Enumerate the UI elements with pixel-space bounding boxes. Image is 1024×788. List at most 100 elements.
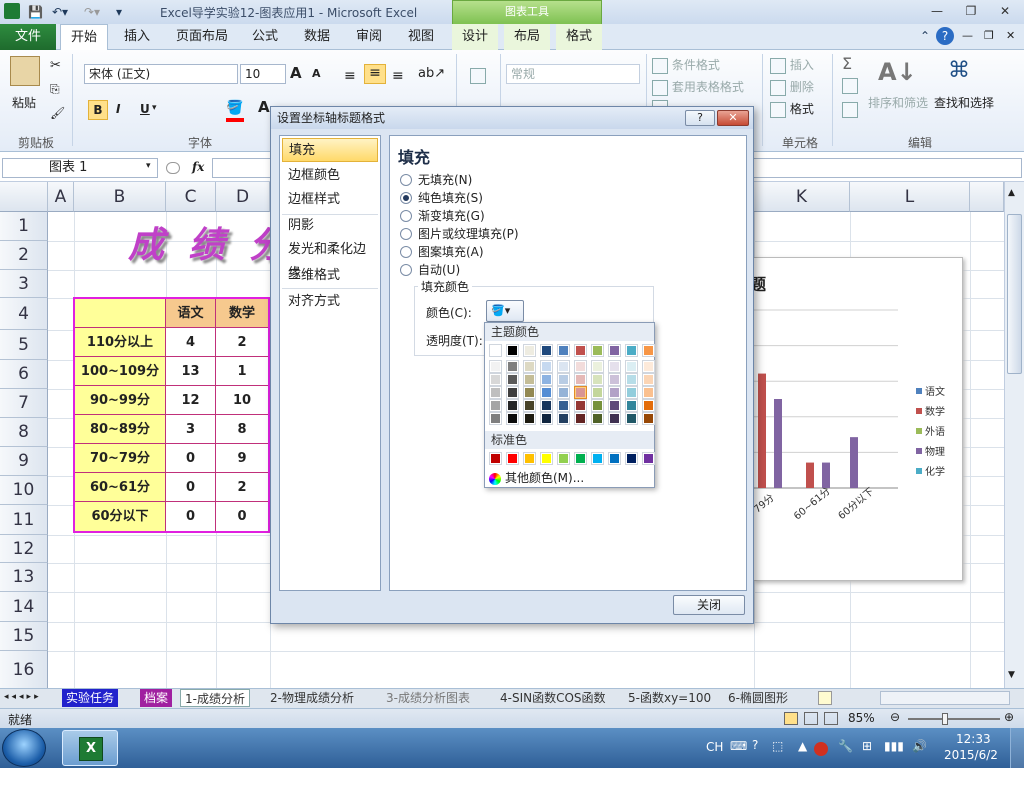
score-cell[interactable]: 2 xyxy=(216,328,268,357)
standard-color-swatch[interactable] xyxy=(506,452,519,465)
redo-icon[interactable]: ↷▾ xyxy=(84,3,100,21)
sheet-tab-chart[interactable]: 3-成绩分析图表 xyxy=(382,689,474,707)
theme-shade-swatch[interactable] xyxy=(591,386,604,399)
score-cell[interactable]: 0 xyxy=(166,502,216,531)
theme-shade-swatch[interactable] xyxy=(608,412,621,425)
tab-format[interactable]: 格式 xyxy=(556,24,602,50)
score-cell[interactable]: 3 xyxy=(166,415,216,444)
theme-color-swatch[interactable] xyxy=(557,344,570,357)
tab-home[interactable]: 开始 xyxy=(60,24,109,51)
nav-shadow[interactable]: 阴影 xyxy=(282,214,378,238)
standard-color-swatch[interactable] xyxy=(642,452,655,465)
expand-tray-icon[interactable]: ▲ xyxy=(798,739,807,779)
row-label-cell[interactable]: 60~61分 xyxy=(75,473,166,502)
theme-shade-swatch[interactable] xyxy=(523,373,536,386)
sheet-tab-ellipse[interactable]: 6-椭圆图形 xyxy=(724,689,792,707)
insert-sheet-icon[interactable] xyxy=(818,691,832,705)
theme-shade-swatch[interactable] xyxy=(574,386,587,399)
theme-shade-swatch[interactable] xyxy=(557,412,570,425)
radio-solid-fill[interactable]: 纯色填充(S) xyxy=(400,190,483,206)
theme-shade-swatch[interactable] xyxy=(608,386,621,399)
insert-cells-button[interactable]: 插入 xyxy=(770,56,814,74)
theme-shade-swatch[interactable] xyxy=(591,399,604,412)
theme-shade-swatch[interactable] xyxy=(557,399,570,412)
zoom-slider[interactable] xyxy=(908,718,1000,720)
score-cell[interactable]: 1 xyxy=(216,357,268,386)
orientation-icon[interactable]: ab↗ xyxy=(418,66,445,81)
zoom-slider-thumb[interactable] xyxy=(942,713,948,725)
row-label-cell[interactable]: 60分以下 xyxy=(75,502,166,531)
theme-shade-swatch[interactable] xyxy=(625,412,638,425)
dialog-close-button[interactable]: 关闭 xyxy=(673,595,745,615)
normal-view-icon[interactable] xyxy=(784,712,798,725)
theme-shade-swatch[interactable] xyxy=(642,360,655,373)
theme-shade-swatch[interactable] xyxy=(625,399,638,412)
tab-data[interactable]: 数据 xyxy=(294,24,340,50)
sheet-tab-physics[interactable]: 2-物理成绩分析 xyxy=(266,689,358,707)
italic-button[interactable]: I xyxy=(116,102,120,116)
clock-date[interactable]: 2015/6/2 xyxy=(944,748,998,788)
theme-shade-swatch[interactable] xyxy=(608,360,621,373)
theme-shade-swatch[interactable] xyxy=(625,373,638,386)
theme-shade-swatch[interactable] xyxy=(540,360,553,373)
nav-border-color[interactable]: 边框颜色 xyxy=(282,164,378,188)
theme-color-swatch[interactable] xyxy=(489,344,502,357)
chart[interactable]: 题 79分 60~61分 60分以下 语文 数学 外语 物理 化学 xyxy=(753,257,963,581)
score-cell[interactable]: 12 xyxy=(166,386,216,415)
standard-color-swatch[interactable] xyxy=(608,452,621,465)
table-header-chinese[interactable]: 语文 xyxy=(166,299,216,328)
select-all[interactable] xyxy=(0,182,48,212)
theme-shade-swatch[interactable] xyxy=(574,360,587,373)
conditional-format-button[interactable]: 条件格式 xyxy=(652,56,720,74)
zoom-level[interactable]: 85% xyxy=(848,711,875,725)
zoom-in-icon[interactable]: ⊕ xyxy=(1004,710,1014,724)
tools-icon[interactable]: 🔧 xyxy=(838,739,853,779)
theme-shade-swatch[interactable] xyxy=(540,386,553,399)
row-header-9[interactable]: 9 xyxy=(0,447,48,476)
theme-shade-swatch[interactable] xyxy=(506,399,519,412)
row-header-3[interactable]: 3 xyxy=(0,270,48,298)
ime-indicator[interactable]: CH xyxy=(706,740,723,780)
dialog-help-button[interactable]: ? xyxy=(685,110,715,126)
row-header-8[interactable]: 8 xyxy=(0,418,48,447)
format-as-table-button[interactable]: 套用表格格式 xyxy=(652,78,744,96)
align-top-icon[interactable]: ≡ xyxy=(344,68,356,84)
format-painter-icon[interactable]: 🖌 xyxy=(50,106,65,120)
theme-color-swatch[interactable] xyxy=(608,344,621,357)
standard-color-swatch[interactable] xyxy=(557,452,570,465)
align-bottom-icon[interactable]: ≡ xyxy=(392,68,404,84)
sheet-tab-archive[interactable]: 档案 xyxy=(140,689,173,707)
help-icon[interactable]: ? xyxy=(936,27,954,45)
grow-font-button[interactable]: A xyxy=(290,64,302,82)
nav-fill[interactable]: 填充 xyxy=(282,138,378,162)
theme-shade-swatch[interactable] xyxy=(625,386,638,399)
theme-shade-swatch[interactable] xyxy=(489,386,502,399)
keyboard-icon[interactable]: ⌨ xyxy=(730,739,747,779)
clear-icon[interactable] xyxy=(842,102,858,118)
score-cell[interactable]: 2 xyxy=(216,473,268,502)
table-header-math[interactable]: 数学 xyxy=(216,299,268,328)
theme-shade-swatch[interactable] xyxy=(506,373,519,386)
theme-shade-swatch[interactable] xyxy=(540,373,553,386)
row-header-6[interactable]: 6 xyxy=(0,360,48,389)
color-picker-button[interactable]: 🪣▾ xyxy=(486,300,524,322)
radio-gradient-fill[interactable]: 渐变填充(G) xyxy=(400,208,485,224)
table-header-corner[interactable] xyxy=(75,299,166,328)
fill-color-icon[interactable]: 🪣 xyxy=(226,100,243,116)
theme-shade-swatch[interactable] xyxy=(557,386,570,399)
more-colors-item[interactable]: 其他颜色(M)... xyxy=(489,469,584,486)
workbook-restore-icon[interactable]: ❐ xyxy=(984,29,994,42)
row-header-12[interactable]: 12 xyxy=(0,535,48,563)
theme-shade-swatch[interactable] xyxy=(506,360,519,373)
theme-shade-swatch[interactable] xyxy=(608,399,621,412)
column-header-b[interactable]: B xyxy=(74,182,166,212)
tab-page-layout[interactable]: 页面布局 xyxy=(166,24,238,50)
font-size-select[interactable]: 10 xyxy=(240,64,286,84)
tab-insert[interactable]: 插入 xyxy=(114,24,160,50)
theme-shade-swatch[interactable] xyxy=(523,386,536,399)
dialog-close-icon[interactable]: ✕ xyxy=(717,110,749,126)
row-header-15[interactable]: 15 xyxy=(0,622,48,651)
horizontal-scrollbar[interactable] xyxy=(880,691,1010,705)
row-header-10[interactable]: 10 xyxy=(0,476,48,505)
theme-shade-swatch[interactable] xyxy=(574,412,587,425)
